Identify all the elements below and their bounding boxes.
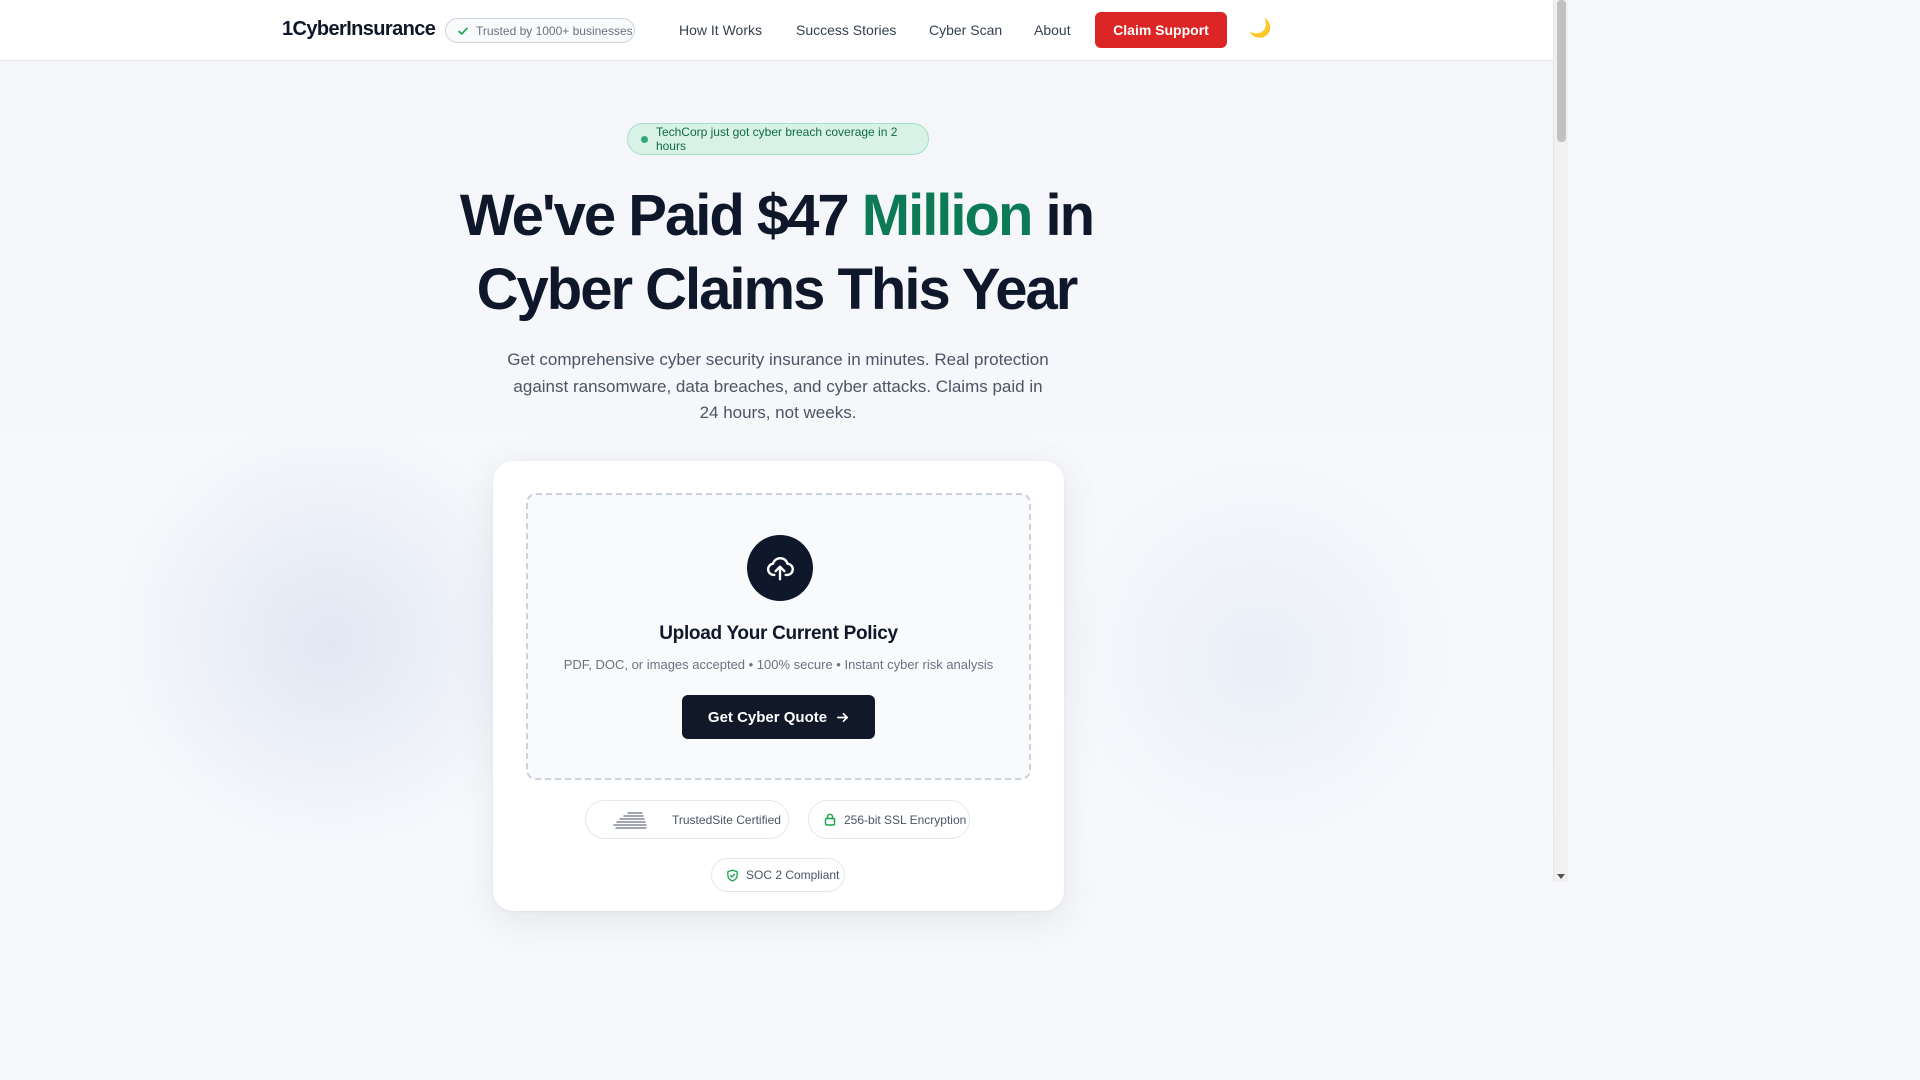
upload-subtitle: PDF, DOC, or images accepted • 100% secu… — [563, 657, 994, 672]
trustedsite-logo-icon — [613, 811, 647, 829]
headline-accent: Million — [861, 183, 1034, 248]
scroll-down-arrow-icon[interactable] — [1557, 874, 1565, 879]
ssl-badge: 256-bit SSL Encryption — [808, 800, 970, 839]
headline-line2: Cyber Claims This Year — [476, 257, 1079, 322]
nav-link-success-stories[interactable]: Success Stories — [796, 22, 896, 38]
upload-title: Upload Your Current Policy — [659, 623, 898, 644]
headline-part1: We've Paid $47 — [459, 183, 862, 248]
trust-badge-label: Trusted by 1000+ businesses — [476, 23, 633, 38]
nav-link-cyber-scan[interactable]: Cyber Scan — [929, 22, 1002, 38]
trustedsite-badge: TrustedSite Certified — [585, 800, 789, 839]
quote-button-label: Get Cyber Quote — [707, 708, 828, 726]
lock-icon — [824, 813, 836, 826]
cloud-upload-icon — [766, 557, 794, 581]
claim-support-button[interactable]: Claim Support — [1095, 12, 1227, 48]
nav-link-how-it-works[interactable]: How It Works — [679, 22, 762, 38]
live-news-pill: TechCorp just got cyber breach coverage … — [627, 123, 929, 155]
hero-subtext: Get comprehensive cyber security insuran… — [507, 350, 1049, 422]
hero-headline: We've Paid $47 Million in Cyber Claims T… — [0, 179, 1553, 327]
ssl-label: 256-bit SSL Encryption — [844, 812, 967, 827]
trust-badge: Trusted by 1000+ businesses — [445, 18, 635, 43]
upload-card: Upload Your Current Policy PDF, DOC, or … — [493, 461, 1064, 911]
headline-part2: in — [1031, 183, 1096, 248]
nav-link-about[interactable]: About — [1034, 22, 1071, 38]
trustedsite-label: TrustedSite Certified — [672, 812, 781, 827]
policy-dropzone[interactable]: Upload Your Current Policy PDF, DOC, or … — [526, 493, 1031, 780]
site-logo[interactable]: 1CyberInsurance — [282, 18, 436, 41]
soc2-badge: SOC 2 Compliant — [711, 858, 845, 892]
live-news-text: TechCorp just got cyber breach coverage … — [655, 125, 898, 153]
shield-check-icon — [727, 868, 738, 882]
upload-icon-circle — [747, 535, 813, 601]
top-navbar: 1CyberInsurance Trusted by 1000+ busines… — [0, 0, 1553, 61]
soc2-label: SOC 2 Compliant — [746, 868, 840, 882]
theme-toggle-moon-icon[interactable]: 🌙 — [1249, 19, 1271, 37]
get-cyber-quote-button[interactable]: Get Cyber Quote — [682, 695, 875, 739]
arrow-right-icon — [837, 712, 849, 722]
status-dot-icon — [641, 135, 648, 143]
scrollbar-thumb[interactable] — [1557, 0, 1566, 142]
check-icon — [458, 26, 468, 35]
page-scrollbar[interactable] — [1553, 0, 1568, 882]
